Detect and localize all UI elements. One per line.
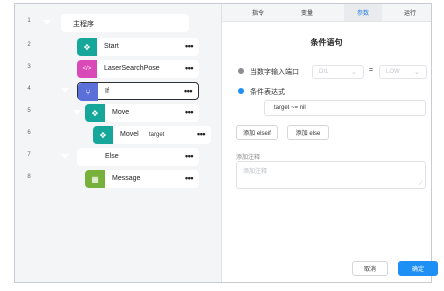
node-label: 主程序 [73,21,94,28]
resize-handle-icon[interactable]: ⟋ [419,181,423,188]
move-arrows-icon: ✥ [93,126,113,144]
line-number: 8 [27,174,31,180]
line-number: 4 [27,86,31,92]
node-if[interactable]: ⑂ If ••• [77,82,199,101]
node-label: Message [112,175,141,182]
confirm-button[interactable]: 确定 [398,261,438,276]
line-number: 3 [27,64,31,70]
more-options-icon[interactable]: ••• [185,63,193,73]
program-tree-panel: 1 主程序 2 ✥ Start ••• 3 </> LaserSearchPos… [15,4,222,282]
collapse-triangle-icon[interactable] [61,88,69,93]
collapse-triangle-icon[interactable] [43,20,51,25]
tree-row-laser: 3 </> LaserSearchPose ••• [15,58,221,80]
more-options-icon[interactable]: ••• [197,129,205,139]
more-options-icon[interactable]: ••• [185,107,193,117]
line-number: 1 [27,18,31,24]
node-label: LaserSearchPose [104,65,160,72]
tab-instructions[interactable]: 指令 [252,8,264,17]
node-main-program[interactable]: 主程序 [61,14,189,32]
more-options-icon[interactable]: ••• [185,151,193,161]
move-arrows-icon: ✥ [85,104,105,122]
code-icon: </> [77,60,97,78]
node-label: Else [105,153,119,160]
equals-sign: = [369,67,374,74]
tree-row-main: 1 主程序 [15,12,221,34]
cancel-button[interactable]: 取消 [352,261,388,276]
tree-row-movel: 6 ✥ Movel target ••• [15,124,221,146]
radio-expression[interactable] [238,88,244,94]
node-label: If [105,88,109,95]
node-move[interactable]: ✥ Move ••• [85,104,199,122]
tab-variables[interactable]: 变量 [301,8,313,17]
chevron-down-icon: ⌄ [351,69,357,76]
message-grid-icon: ▦ [85,170,105,188]
node-label: Move [112,109,130,116]
level-select[interactable]: LOW ⌄ [379,65,427,79]
node-target-tag: target [149,132,165,138]
panel-title: 条件语句 [310,38,343,47]
tree-row-else: 7 Else ••• [15,146,221,168]
expression-input[interactable]: target ~= nil [264,100,426,116]
node-label: Start [104,43,119,50]
node-else[interactable]: Else ••• [77,148,199,166]
tab-run[interactable]: 运行 [404,8,416,17]
move-arrows-icon: ✥ [77,38,97,56]
digital-input-label: 当数字输入端口 [250,69,299,76]
collapse-triangle-icon[interactable] [73,110,81,115]
chevron-down-icon: ⌄ [414,69,420,76]
tree-row-start: 2 ✥ Start ••• [15,36,221,58]
line-number: 6 [27,130,31,136]
node-start[interactable]: ✥ Start ••• [77,38,199,56]
tree-row-message: 8 ▦ Message ••• [15,168,221,190]
node-label: Movel [120,131,139,138]
comment-textarea[interactable]: 添加注释 ⟋ [236,161,426,189]
comment-placeholder: 添加注释 [243,169,268,175]
port-select-value: DI1 [319,69,329,75]
more-options-icon[interactable]: ••• [185,173,193,183]
radio-digital-input[interactable] [238,68,244,74]
level-select-value: LOW [386,69,400,75]
node-message[interactable]: ▦ Message ••• [85,170,199,188]
port-select[interactable]: DI1 ⌄ [312,65,364,79]
line-number: 2 [27,42,31,48]
more-options-icon[interactable]: ••• [184,86,192,96]
add-elseif-button[interactable]: 添加 elseif [236,125,278,140]
more-options-icon[interactable]: ••• [185,41,193,51]
collapse-triangle-icon[interactable] [61,154,69,159]
tab-bar: 指令 变量 参数 运行 [222,4,431,22]
expression-value: target ~= nil [274,105,306,111]
add-else-button[interactable]: 添加 else [287,125,329,140]
tab-parameters[interactable]: 参数 [344,4,382,21]
branch-icon: ⑂ [78,83,98,101]
line-number: 7 [27,152,31,158]
properties-panel: 指令 变量 参数 运行 条件语句 当数字输入端口 DI1 ⌄ = LOW ⌄ 条… [222,4,438,282]
app-window: 1 主程序 2 ✥ Start ••• 3 </> LaserSearchPos… [14,3,438,283]
comment-label: 添加注释 [236,155,261,161]
line-number: 5 [27,108,31,114]
node-movel[interactable]: ✥ Movel target ••• [93,126,211,144]
tree-row-move: 5 ✥ Move ••• [15,102,221,124]
expression-label: 条件表达式 [250,89,285,96]
tree-row-if: 4 ⑂ If ••• [15,80,221,102]
node-laser-search-pose[interactable]: </> LaserSearchPose ••• [77,60,199,78]
